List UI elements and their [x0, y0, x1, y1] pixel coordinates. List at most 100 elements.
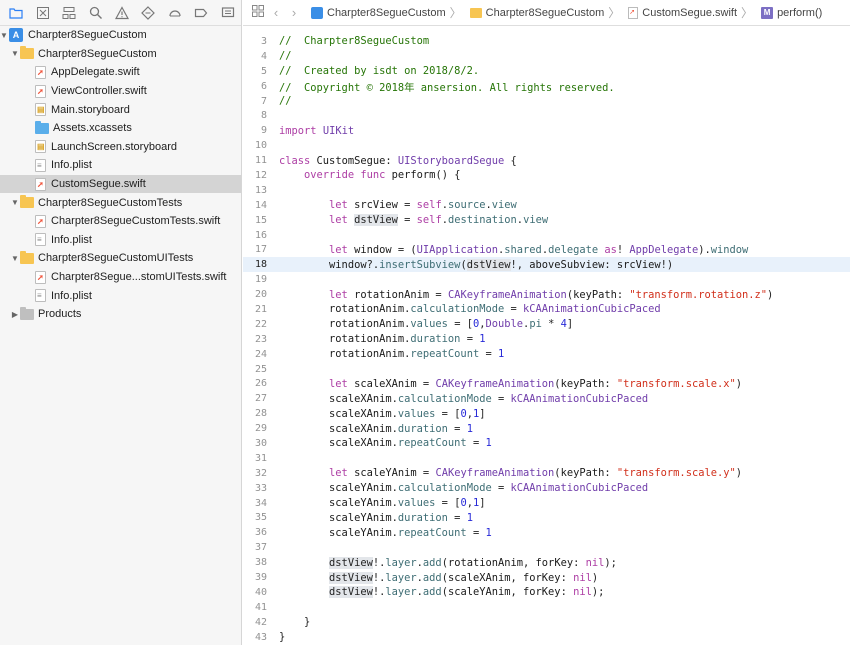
code-line[interactable]: 33 scaleYAnim.calculationMode = kCAAnima…: [243, 481, 850, 496]
issue-navigator-tab[interactable]: [109, 1, 135, 25]
breadcrumb-label: perform(): [777, 6, 823, 19]
code-line[interactable]: 19: [243, 272, 850, 287]
file-tree-label: Charpter8SegueCustomUITests: [38, 252, 194, 265]
breadcrumb-item[interactable]: Charpter8SegueCustom 〉: [469, 4, 625, 21]
source-control-navigator-tab[interactable]: [29, 1, 55, 25]
code-line[interactable]: 36 scaleYAnim.repeatCount = 1: [243, 525, 850, 540]
code-text: dstView!.layer.add(rotationAnim, forKey:…: [329, 556, 617, 569]
file-tree-item[interactable]: ➚ CustomSegue.swift: [0, 174, 241, 194]
file-tree-item[interactable]: ▼ Charpter8SegueCustomUITests: [0, 249, 241, 268]
folder-icon: [20, 250, 34, 264]
code-line[interactable]: 29 scaleXAnim.duration = 1: [243, 421, 850, 436]
line-number: 36: [254, 527, 267, 539]
code-line[interactable]: 8: [243, 108, 850, 123]
code-text: let window = (UIApplication.shared.deleg…: [329, 243, 749, 256]
code-line[interactable]: 32 let scaleYAnim = CAKeyframeAnimation(…: [243, 466, 850, 481]
code-line[interactable]: 14 let srcView = self.source.view: [243, 198, 850, 213]
code-text: // Charpter8SegueCustom: [279, 35, 430, 48]
code-line[interactable]: 22 rotationAnim.values = [0,Double.pi * …: [243, 317, 850, 332]
file-tree-item[interactable]: ≡ Info.plist: [0, 231, 241, 250]
line-number: 17: [254, 244, 267, 256]
line-number: 10: [254, 140, 267, 152]
project-navigator-tab[interactable]: [3, 1, 29, 25]
code-line[interactable]: 39 dstView!.layer.add(scaleXAnim, forKey…: [243, 570, 850, 585]
swift-file-icon: ➚: [35, 84, 46, 98]
code-line[interactable]: 30 scaleXAnim.repeatCount = 1: [243, 436, 850, 451]
code-line[interactable]: 13: [243, 183, 850, 198]
code-text: dstView!.layer.add(scaleYAnim, forKey: n…: [329, 586, 605, 599]
code-line[interactable]: 9 import UIKit: [243, 123, 850, 138]
find-navigator-tab[interactable]: [82, 1, 108, 25]
symbol-navigator-tab[interactable]: [56, 1, 82, 25]
code-text: let scaleYAnim = CAKeyframeAnimation(key…: [329, 467, 742, 480]
disclosure-open-icon[interactable]: ▼: [10, 198, 20, 208]
code-line[interactable]: 38 dstView!.layer.add(rotationAnim, forK…: [243, 555, 850, 570]
code-line[interactable]: 4 //: [243, 49, 850, 64]
code-line[interactable]: 35 scaleYAnim.duration = 1: [243, 511, 850, 526]
forward-icon[interactable]: ›: [285, 5, 303, 20]
breadcrumb-item[interactable]: Charpter8SegueCustom 〉: [311, 4, 466, 21]
code-line[interactable]: 17 let window = (UIApplication.shared.de…: [243, 242, 850, 257]
report-navigator-tab[interactable]: [215, 1, 241, 25]
code-line[interactable]: 11 class CustomSegue: UIStoryboardSegue {: [243, 153, 850, 168]
code-line[interactable]: 16: [243, 228, 850, 243]
code-line[interactable]: 43}: [243, 630, 850, 645]
folder-icon: [20, 195, 34, 209]
code-line[interactable]: 15 let dstView = self.destination.view: [243, 213, 850, 228]
code-line[interactable]: 31: [243, 451, 850, 466]
code-line[interactable]: 24 rotationAnim.repeatCount = 1: [243, 347, 850, 362]
code-line[interactable]: 42 }: [243, 615, 850, 630]
code-line[interactable]: 12 override func perform() {: [243, 168, 850, 183]
code-line[interactable]: 41: [243, 600, 850, 615]
line-number: 41: [254, 601, 267, 613]
file-tree-item[interactable]: ▼ Charpter8SegueCustom: [0, 45, 241, 64]
file-tree-item[interactable]: ▼ A Charpter8SegueCustom: [0, 26, 241, 45]
debug-navigator-tab[interactable]: [162, 1, 188, 25]
code-text: let dstView = self.destination.view: [329, 214, 549, 227]
code-line[interactable]: 28 scaleXAnim.values = [0,1]: [243, 406, 850, 421]
file-tree-item[interactable]: ➚ Charpter8Segue...stomUITests.swift: [0, 268, 241, 287]
code-line[interactable]: 34 scaleYAnim.values = [0,1]: [243, 496, 850, 511]
hierarchy-icon: [62, 6, 76, 19]
code-area[interactable]: 3 // Charpter8SegueCustom 4 // 5 // Created b…: [243, 26, 850, 645]
code-line[interactable]: 18 window?.insertSubview(dstView!, above…: [243, 257, 850, 273]
code-text: // Copyright © 2018年 ansersion. All righ…: [279, 81, 615, 94]
project-icon: [311, 6, 323, 19]
file-tree-item[interactable]: ➚ ViewController.swift: [0, 82, 241, 101]
disclosure-open-icon[interactable]: ▼: [0, 30, 9, 40]
back-icon[interactable]: ‹: [267, 5, 285, 20]
file-tree-item[interactable]: ➚ AppDelegate.swift: [0, 63, 241, 82]
file-tree-item[interactable]: ▤ Main.storyboard: [0, 100, 241, 119]
code-line[interactable]: 37: [243, 540, 850, 555]
code-line[interactable]: 7 //: [243, 94, 850, 109]
line-number: 25: [254, 363, 267, 375]
code-line[interactable]: 23 rotationAnim.duration = 1: [243, 332, 850, 347]
related-items-icon[interactable]: [249, 5, 267, 20]
file-tree-item[interactable]: ➚ Charpter8SegueCustomTests.swift: [0, 212, 241, 231]
code-line[interactable]: 20 let rotationAnim = CAKeyframeAnimatio…: [243, 287, 850, 302]
file-tree-item[interactable]: ≡ Info.plist: [0, 286, 241, 305]
breakpoint-navigator-tab[interactable]: [188, 1, 214, 25]
file-tree-item[interactable]: Assets.xcassets: [0, 119, 241, 138]
file-tree-item[interactable]: ▶ Products: [0, 305, 241, 324]
disclosure-closed-icon[interactable]: ▶: [10, 309, 20, 319]
breadcrumb-item[interactable]: Mperform(): [761, 6, 823, 19]
disclosure-open-icon[interactable]: ▼: [10, 253, 20, 263]
file-tree-item[interactable]: ≡ Info.plist: [0, 156, 241, 175]
code-line[interactable]: 5 // Created by isdt on 2018/8/2.: [243, 64, 850, 79]
code-line[interactable]: 25: [243, 362, 850, 377]
code-line[interactable]: 10: [243, 138, 850, 153]
file-tree-label: Charpter8SegueCustomTests: [38, 196, 183, 209]
source-control-icon: [36, 6, 49, 19]
file-tree-item[interactable]: ▤ LaunchScreen.storyboard: [0, 138, 241, 157]
breadcrumb-item[interactable]: ➚ CustomSegue.swift 〉: [628, 4, 757, 21]
code-line[interactable]: 3 // Charpter8SegueCustom: [243, 34, 850, 49]
code-line[interactable]: 40 dstView!.layer.add(scaleYAnim, forKey…: [243, 585, 850, 600]
file-tree-item[interactable]: ▼ Charpter8SegueCustomTests: [0, 193, 241, 212]
test-navigator-tab[interactable]: [135, 1, 161, 25]
code-line[interactable]: 6 // Copyright © 2018年 ansersion. All rig…: [243, 79, 850, 94]
code-line[interactable]: 21 rotationAnim.calculationMode = kCAAni…: [243, 302, 850, 317]
code-line[interactable]: 27 scaleXAnim.calculationMode = kCAAnima…: [243, 391, 850, 406]
code-line[interactable]: 26 let scaleXAnim = CAKeyframeAnimation(…: [243, 376, 850, 391]
disclosure-open-icon[interactable]: ▼: [10, 49, 20, 59]
